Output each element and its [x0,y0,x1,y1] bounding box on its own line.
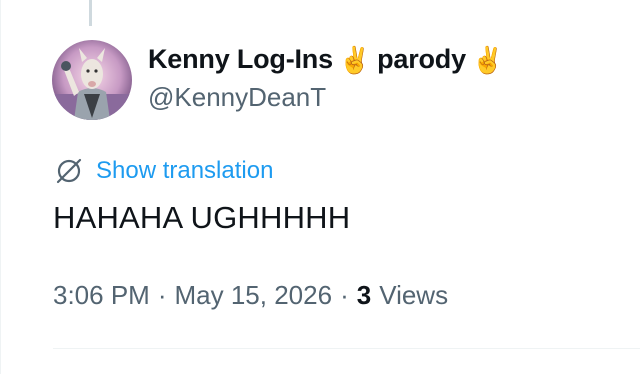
translate-globe-icon [56,158,82,184]
tweet-date[interactable]: May 15, 2026 [175,280,333,311]
author-name-row[interactable]: Kenny Log-Ins ✌️ parody ✌️ [148,44,504,75]
show-translation-button[interactable]: Show translation [54,156,273,186]
victory-hand-icon: ✌️ [471,44,505,75]
views-count: 3 [356,280,372,310]
tweet-time[interactable]: 3:06 PM [53,280,150,311]
victory-hand-icon: ✌️ [338,44,372,75]
avatar[interactable] [52,40,132,120]
divider [53,348,640,349]
show-translation-label[interactable]: Show translation [96,157,273,185]
thread-connector-line [89,0,92,26]
author-handle[interactable]: @KennyDeanT [148,82,326,113]
meta-separator: · [157,280,167,310]
meta-separator: · [340,280,349,310]
tweet-metadata: 3:06 PM · May 15, 2026 · 3 Views [53,280,448,311]
views-label: Views [379,280,449,310]
avatar-image [52,40,132,120]
timeline-border [0,0,1,374]
display-name[interactable]: Kenny Log-Ins [148,44,333,75]
tweet-text: HAHAHA UGHHHHH [53,200,351,235]
name-suffix: parody [377,44,466,74]
